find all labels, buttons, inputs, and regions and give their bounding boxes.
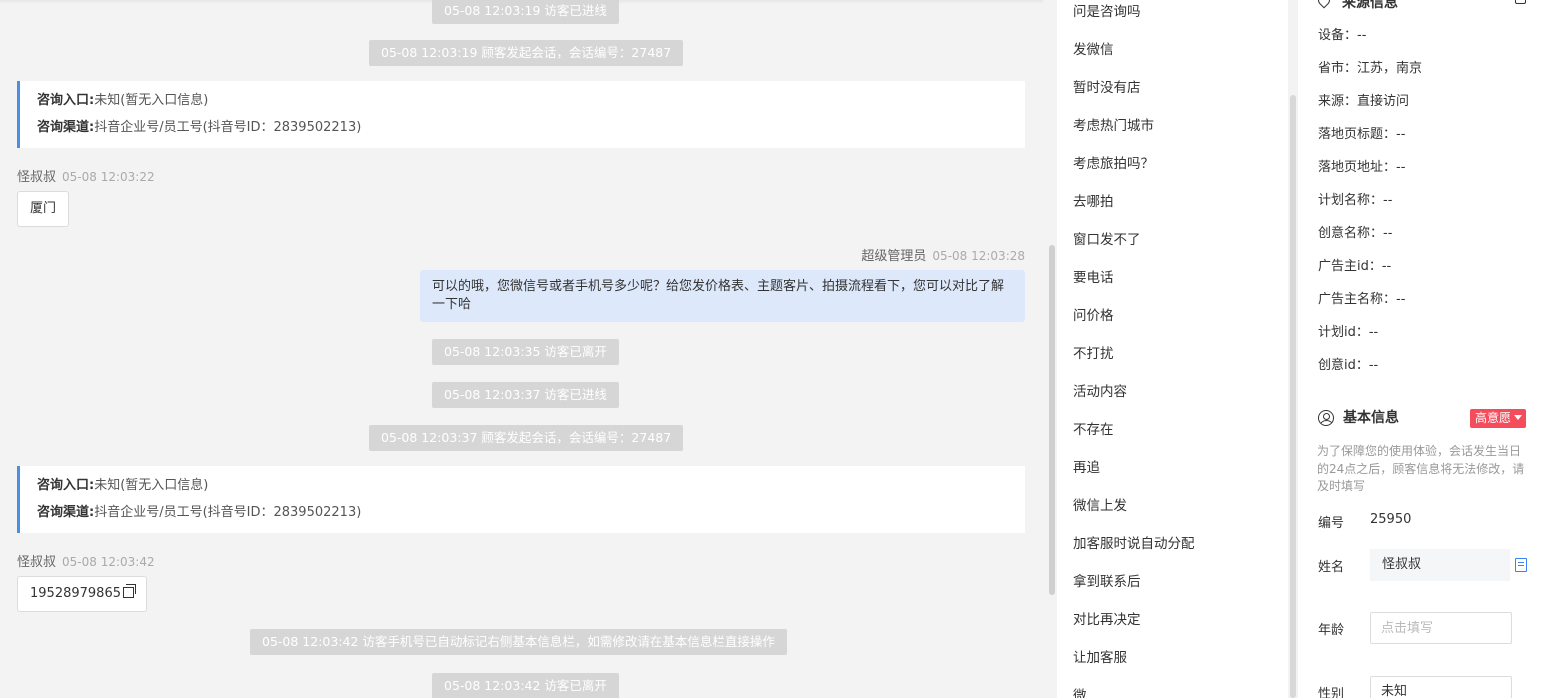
- consult-entry-label: 咨询入口:: [37, 93, 95, 108]
- quick-reply-item[interactable]: 去哪拍: [1073, 190, 1114, 214]
- chat-panel: 05-08 12:03:19 访客已进线 05-08 12:03:19 顾客发起…: [0, 0, 1043, 698]
- quick-reply-item[interactable]: 活动内容: [1073, 380, 1127, 404]
- source-info-row: 落地页地址：--: [1318, 160, 1406, 175]
- source-info-title: 来源信息: [1342, 0, 1398, 11]
- consult-channel-label: 咨询渠道:: [37, 120, 95, 135]
- system-message: 05-08 12:03:35 访客已离开: [432, 339, 619, 365]
- sender-name: 怪叔叔: [17, 555, 57, 570]
- basic-info-title: 基本信息: [1343, 410, 1399, 426]
- customer-gender-label: 性别: [1318, 687, 1345, 698]
- visitor-message-bubble: 19528979865: [17, 576, 147, 612]
- customer-id-label: 编号: [1318, 516, 1345, 531]
- customer-info-panel: 来源信息 设备：-- 省市：江苏，南京 来源：直接访问 落地页标题：-- 落地页…: [1298, 0, 1541, 698]
- consult-entry-card: 咨询入口:未知(暂无入口信息) 咨询渠道:抖音企业号/员工号(抖音号ID：283…: [17, 466, 1025, 533]
- edit-deadline-notice: 为了保障您的使用体验，会话发生当日的24点之后，顾客信息将无法修改，请及时填写: [1317, 444, 1525, 493]
- consult-channel-label: 咨询渠道:: [37, 505, 95, 520]
- system-message: 05-08 12:03:37 访客已进线: [432, 382, 619, 408]
- source-info-row: 来源：直接访问: [1318, 94, 1410, 109]
- source-info-row: 设备：--: [1318, 28, 1367, 43]
- system-message: 05-08 12:03:42 访客手机号已自动标记右侧基本信息栏，如需修改请在基…: [250, 629, 787, 655]
- message-time: 05-08 12:03:42: [62, 555, 155, 569]
- consult-entry-value: 未知(暂无入口信息): [94, 93, 209, 108]
- source-info-row: 计划id：--: [1318, 325, 1379, 340]
- intent-level-label: 高意愿: [1475, 411, 1512, 425]
- quick-reply-item[interactable]: 加客服时说自动分配: [1073, 532, 1195, 556]
- system-message: 05-08 12:03:19 顾客发起会话，会话编号：27487: [369, 40, 684, 66]
- customer-name-label: 姓名: [1318, 560, 1345, 575]
- sender-name: 超级管理员: [861, 249, 927, 264]
- customer-id-value: 25950: [1370, 512, 1412, 527]
- customer-gender-select[interactable]: 未知: [1370, 676, 1512, 698]
- message-sender: 超级管理员 05-08 12:03:28: [861, 245, 1025, 264]
- quick-reply-item[interactable]: 再追: [1073, 456, 1100, 480]
- consult-channel-row: 咨询渠道:抖音企业号/员工号(抖音号ID：2839502213): [37, 119, 1025, 146]
- system-message: 05-08 12:03:42 访客已离开: [432, 673, 619, 698]
- quick-reply-item[interactable]: 问是咨询吗: [1073, 0, 1141, 24]
- quick-reply-item[interactable]: 微: [1073, 684, 1087, 698]
- quick-reply-item[interactable]: 让加客服: [1073, 646, 1127, 670]
- visitor-message-bubble: 厦门: [17, 191, 70, 227]
- quick-reply-item[interactable]: 拿到联系后: [1073, 570, 1141, 594]
- consult-entry-row: 咨询入口:未知(暂无入口信息): [37, 92, 1025, 119]
- sender-name: 怪叔叔: [17, 170, 57, 185]
- source-info-row: 落地页标题：--: [1318, 127, 1406, 142]
- agent-message-bubble: 可以的哦，您微信号或者手机号多少呢？给您发价格表、主题客片、拍摄流程看下，您可以…: [420, 270, 1025, 322]
- source-info-row: 创意名称：--: [1318, 226, 1393, 241]
- chat-scrollbar[interactable]: [1049, 245, 1055, 595]
- consult-entry-value: 未知(暂无入口信息): [94, 478, 209, 493]
- consult-channel-row: 咨询渠道:抖音企业号/员工号(抖音号ID：2839502213): [37, 504, 1025, 531]
- quick-reply-item[interactable]: 考虑热门城市: [1073, 114, 1154, 138]
- consult-channel-value: 抖音企业号/员工号(抖音号ID：2839502213): [94, 120, 362, 135]
- edit-icon[interactable]: [1515, 0, 1526, 4]
- customer-age-label: 年龄: [1318, 623, 1345, 638]
- source-info-row: 计划名称：--: [1318, 193, 1393, 208]
- quick-reply-list: 问是咨询吗 发微信 暂时没有店 考虑热门城市 考虑旅拍吗？ 去哪拍 窗口发不了 …: [1057, 0, 1288, 698]
- intent-level-dropdown[interactable]: 高意愿: [1470, 409, 1527, 428]
- message-sender: 怪叔叔 05-08 12:03:22: [17, 166, 155, 185]
- consult-entry-row: 咨询入口:未知(暂无入口信息): [37, 477, 1025, 504]
- quick-reply-item[interactable]: 要电话: [1073, 266, 1114, 290]
- message-time: 05-08 12:03:28: [932, 249, 1025, 263]
- copy-icon[interactable]: [122, 584, 136, 598]
- system-message: 05-08 12:03:19 访客已进线: [432, 0, 619, 24]
- quick-reply-item[interactable]: 考虑旅拍吗？: [1073, 152, 1154, 176]
- caret-down-icon: [1514, 415, 1523, 420]
- customer-age-input[interactable]: [1370, 612, 1512, 644]
- message-sender: 怪叔叔 05-08 12:03:42: [17, 551, 155, 570]
- customer-name-field[interactable]: 怪叔叔: [1370, 549, 1510, 581]
- quick-reply-scrollbar[interactable]: [1290, 95, 1296, 698]
- quick-reply-item[interactable]: 不打扰: [1073, 342, 1114, 366]
- quick-reply-item[interactable]: 对比再决定: [1073, 608, 1141, 632]
- consult-entry-label: 咨询入口:: [37, 478, 95, 493]
- source-info-row: 广告主名称：--: [1318, 292, 1406, 307]
- quick-reply-item[interactable]: 不存在: [1073, 418, 1114, 442]
- consult-channel-value: 抖音企业号/员工号(抖音号ID：2839502213): [94, 505, 362, 520]
- consult-entry-card: 咨询入口:未知(暂无入口信息) 咨询渠道:抖音企业号/员工号(抖音号ID：283…: [17, 81, 1025, 148]
- quick-reply-item[interactable]: 窗口发不了: [1073, 228, 1141, 252]
- source-info-row: 省市：江苏，南京: [1318, 61, 1423, 76]
- quick-reply-item[interactable]: 微信上发: [1073, 494, 1127, 518]
- source-info-row: 创意id：--: [1318, 358, 1379, 373]
- quick-reply-item[interactable]: 暂时没有店: [1073, 76, 1141, 100]
- quick-reply-item[interactable]: 问价格: [1073, 304, 1114, 328]
- copy-icon[interactable]: [1515, 558, 1527, 572]
- phone-number-text: 19528979865: [30, 586, 121, 601]
- quick-reply-item[interactable]: 发微信: [1073, 38, 1114, 62]
- message-time: 05-08 12:03:22: [62, 170, 155, 184]
- source-info-row: 广告主id：--: [1318, 259, 1392, 274]
- system-message: 05-08 12:03:37 顾客发起会话，会话编号：27487: [369, 425, 684, 451]
